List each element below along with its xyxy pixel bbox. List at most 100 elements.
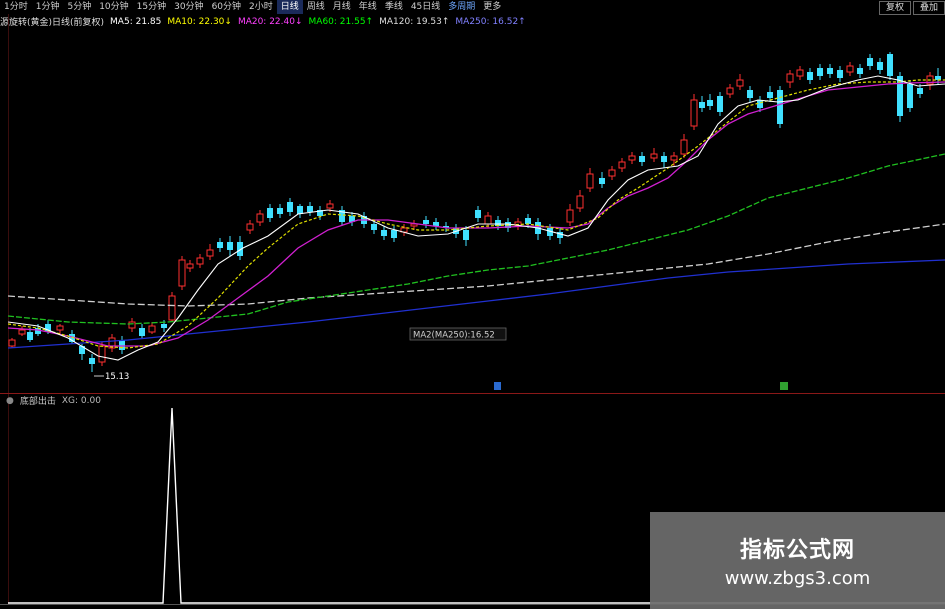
tab-15min[interactable]: 15分钟 [133, 0, 170, 14]
candle-body[interactable] [639, 156, 645, 162]
candle-body[interactable] [680, 139, 688, 155]
candle-body[interactable] [206, 249, 214, 257]
watermark-url: www.zbgs3.com [724, 568, 871, 589]
tab-monthly[interactable]: 月线 [329, 0, 355, 14]
candle-body[interactable] [18, 329, 26, 335]
tab-yearly[interactable]: 年线 [355, 0, 381, 14]
candle-body[interactable] [297, 206, 303, 214]
candle-body[interactable] [475, 210, 481, 218]
candle-body[interactable] [707, 100, 713, 106]
candle-body[interactable] [119, 340, 125, 350]
candle-body[interactable] [326, 203, 334, 209]
candle-body[interactable] [139, 328, 145, 336]
candle-body[interactable] [661, 156, 667, 162]
candle-body[interactable] [56, 325, 64, 331]
candle-body[interactable] [246, 223, 254, 231]
candle-body[interactable] [391, 230, 397, 238]
candle-body[interactable] [307, 206, 313, 212]
candle-body[interactable] [717, 96, 723, 112]
candle-body[interactable] [867, 58, 873, 66]
candle-body[interactable] [608, 169, 616, 177]
tab-daily[interactable]: 日线 [276, 0, 303, 14]
candle-body[interactable] [178, 259, 186, 287]
tab-weekly[interactable]: 周线 [303, 0, 329, 14]
candle-body[interactable] [907, 84, 913, 108]
candle-body[interactable] [186, 263, 194, 269]
tab-1min-timeshare[interactable]: 1分时 [0, 0, 32, 14]
candle-body[interactable] [27, 332, 33, 340]
candlestick-panel[interactable]: MA2(MA250):16.52 15.13 [8, 28, 945, 392]
tab-quarterly[interactable]: 季线 [381, 0, 407, 14]
candle-body[interactable] [887, 54, 893, 76]
candle-body[interactable] [381, 230, 387, 236]
candle-body[interactable] [256, 213, 264, 223]
candle-body[interactable] [786, 73, 794, 83]
candle-body[interactable] [807, 72, 813, 80]
chart-title: 源旋转(黄金)日线(前复权) [0, 18, 105, 28]
candle-body[interactable] [277, 208, 283, 214]
candle-body[interactable] [599, 178, 605, 184]
ma250-tag: MA2(MA250):16.52 [413, 331, 495, 341]
candle-body[interactable] [726, 87, 734, 95]
ma120-line [8, 223, 945, 307]
watermark: 指标公式网 www.zbgs3.com [650, 512, 945, 609]
candle-body[interactable] [168, 295, 176, 321]
tab-multi-period[interactable]: 多周期 [444, 0, 479, 14]
candle-body[interactable] [767, 92, 773, 98]
candle-body[interactable] [857, 68, 863, 74]
candle-body[interactable] [837, 70, 843, 78]
tab-30min[interactable]: 30分钟 [170, 0, 207, 14]
candle-body[interactable] [877, 62, 883, 70]
tab-10min[interactable]: 10分钟 [95, 0, 132, 14]
candle-body[interactable] [628, 155, 636, 161]
candle-body[interactable] [690, 99, 698, 127]
candle-body[interactable] [161, 324, 167, 328]
event-marker-2[interactable] [780, 382, 788, 390]
candle-body[interactable] [371, 224, 377, 230]
candle-body[interactable] [796, 69, 804, 77]
tab-more[interactable]: 更多 [479, 0, 505, 14]
candle-body[interactable] [670, 155, 678, 161]
candle-body[interactable] [267, 208, 273, 218]
tab-45day[interactable]: 45日线 [407, 0, 444, 14]
tab-5min[interactable]: 5分钟 [63, 0, 95, 14]
candle-body[interactable] [433, 222, 439, 226]
candle-body[interactable] [287, 202, 293, 212]
candle-body[interactable] [128, 321, 136, 329]
candle-body[interactable] [917, 88, 923, 94]
candle-body[interactable] [227, 242, 233, 250]
candle-body[interactable] [217, 242, 223, 248]
ma20-label: MA20: 22.40↓ [237, 16, 303, 27]
candle-body[interactable] [817, 68, 823, 76]
candle-body[interactable] [699, 102, 705, 108]
candle-body[interactable] [846, 65, 854, 73]
tab-2hour[interactable]: 2小时 [245, 0, 277, 14]
candle-body[interactable] [463, 230, 469, 240]
candle-body[interactable] [525, 218, 531, 224]
period-toolbar: 1分时 1分钟 5分钟 10分钟 15分钟 30分钟 60分钟 2小时 日线 周… [0, 0, 945, 15]
candle-body[interactable] [757, 100, 763, 108]
overlay-button[interactable]: 叠加 [912, 1, 945, 15]
candle-body[interactable] [8, 339, 16, 347]
tab-60min[interactable]: 60分钟 [208, 0, 245, 14]
candle-body[interactable] [747, 90, 753, 98]
tab-1min[interactable]: 1分钟 [32, 0, 64, 14]
candle-body[interactable] [650, 153, 658, 159]
candle-body[interactable] [148, 325, 156, 333]
candle-body[interactable] [777, 90, 783, 124]
candle-body[interactable] [586, 173, 594, 189]
candle-body[interactable] [618, 161, 626, 169]
event-marker-1[interactable] [494, 382, 501, 390]
candle-body[interactable] [423, 220, 429, 224]
candle-body[interactable] [98, 345, 106, 363]
candle-body[interactable] [827, 68, 833, 74]
candle-body[interactable] [576, 195, 584, 209]
candle-body[interactable] [736, 79, 744, 87]
ma120-label: MA120: 19.53↑ [379, 16, 450, 27]
candle-body[interactable] [196, 257, 204, 265]
ma60-line [8, 153, 945, 325]
candle-body[interactable] [89, 358, 95, 364]
candle-body[interactable] [566, 209, 574, 223]
candle-body[interactable] [484, 215, 492, 225]
adjust-button[interactable]: 复权 [878, 1, 911, 15]
